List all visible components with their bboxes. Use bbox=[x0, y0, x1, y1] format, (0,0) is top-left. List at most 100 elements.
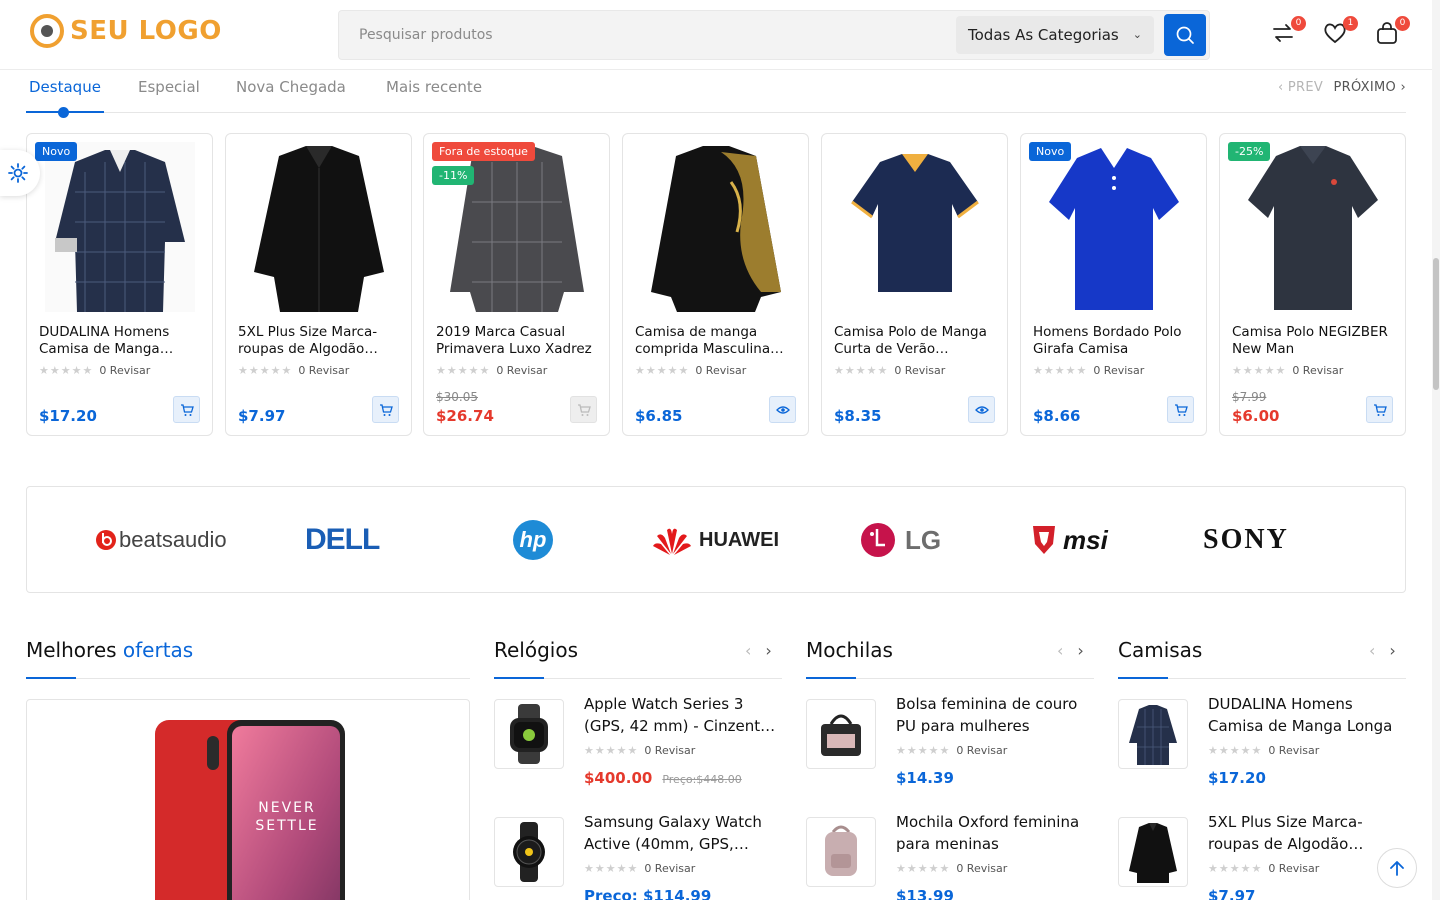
product-thumbnail[interactable] bbox=[494, 817, 564, 887]
site-logo[interactable]: SEU LOGO bbox=[30, 14, 222, 48]
search-button[interactable] bbox=[1164, 14, 1206, 56]
star-rating-icon: ★★★★★ bbox=[1033, 364, 1088, 377]
product-thumbnail[interactable] bbox=[806, 817, 876, 887]
chevron-left-icon[interactable]: ‹ bbox=[745, 641, 751, 660]
section-title-watches: Relógios bbox=[494, 638, 579, 662]
chevron-left-icon[interactable]: ‹ bbox=[1057, 641, 1063, 660]
next-button[interactable]: PRÓXIMO › bbox=[1334, 80, 1407, 95]
page-scrollbar[interactable] bbox=[1432, 0, 1440, 900]
brand-logo-msi[interactable]: msi bbox=[1031, 517, 1108, 563]
list-item[interactable]: Apple Watch Series 3 (GPS, 42 mm) - Cinz… bbox=[494, 695, 784, 799]
add-to-cart-button[interactable] bbox=[1366, 396, 1393, 423]
product-card[interactable]: Novo DUDALINA Homens Camisa de Manga Lon… bbox=[26, 133, 213, 436]
product-image[interactable] bbox=[234, 140, 403, 314]
product-price: $13.99 bbox=[896, 887, 954, 900]
brand-logo-lg[interactable]: LG bbox=[859, 517, 941, 563]
product-name[interactable]: Homens Bordado Polo Girafa Camisa bbox=[1033, 324, 1198, 358]
brand-logo-dell[interactable]: DELL bbox=[305, 517, 380, 563]
scrollbar-thumb[interactable] bbox=[1433, 258, 1439, 390]
product-image[interactable] bbox=[830, 140, 999, 314]
product-name[interactable]: Mochila Oxford feminina para meninas bbox=[896, 811, 1088, 855]
list-item[interactable]: Mochila Oxford feminina para meninas ★★★… bbox=[806, 813, 1096, 900]
new-badge: Novo bbox=[1029, 142, 1072, 161]
product-image[interactable] bbox=[1228, 140, 1397, 314]
product-name[interactable]: Camisa de manga comprida Masculina Estam… bbox=[635, 324, 800, 358]
product-price: $14.39 bbox=[896, 769, 954, 787]
product-thumbnail[interactable] bbox=[1118, 817, 1188, 887]
product-rating: ★★★★★ 0 Revisar bbox=[896, 744, 1007, 757]
product-old-price: Preço:$448.00 bbox=[662, 773, 742, 786]
add-to-cart-button[interactable] bbox=[1167, 396, 1194, 423]
product-price: $6.00 bbox=[1232, 407, 1280, 425]
review-count: 0 Revisar bbox=[1292, 364, 1344, 377]
quick-view-button[interactable] bbox=[769, 396, 796, 423]
product-name[interactable]: 2019 Marca Casual Primavera Luxo Xadrez bbox=[436, 324, 601, 358]
chevron-right-icon[interactable]: › bbox=[765, 641, 771, 660]
product-card[interactable]: Fora de estoque -11% 2019 Marca Casual P… bbox=[423, 133, 610, 436]
add-to-cart-button[interactable] bbox=[173, 396, 200, 423]
cart-button[interactable]: 0 bbox=[1374, 16, 1410, 48]
prev-label: PREV bbox=[1287, 80, 1324, 95]
tab-especial[interactable]: Especial bbox=[138, 78, 200, 96]
review-count: 0 Revisar bbox=[1093, 364, 1145, 377]
product-card[interactable]: Novo Homens Bordado Polo Girafa Camisa ★… bbox=[1020, 133, 1207, 436]
product-image[interactable] bbox=[35, 140, 204, 314]
product-name[interactable]: 5XL Plus Size Marca-roupas de Algodão Ca… bbox=[238, 324, 403, 358]
list-item[interactable]: Samsung Galaxy Watch Active (40mm, GPS, … bbox=[494, 813, 784, 900]
add-to-cart-button[interactable] bbox=[372, 396, 399, 423]
chevron-right-icon[interactable]: › bbox=[1389, 641, 1395, 660]
add-to-cart-button[interactable] bbox=[570, 396, 597, 423]
brand-logo-sony[interactable]: SONY bbox=[1203, 517, 1289, 563]
product-name[interactable]: Samsung Galaxy Watch Active (40mm, GPS, … bbox=[584, 811, 776, 855]
tab-nova-chegada[interactable]: Nova Chegada bbox=[236, 78, 346, 96]
product-card[interactable]: 5XL Plus Size Marca-roupas de Algodão Ca… bbox=[225, 133, 412, 436]
section-title-part: Melhores bbox=[26, 638, 123, 662]
category-select[interactable]: Todas As Categorias ⌄ bbox=[956, 16, 1154, 54]
list-item[interactable]: DUDALINA Homens Camisa de Manga Longa ★★… bbox=[1118, 695, 1408, 799]
product-thumbnail[interactable] bbox=[494, 699, 564, 769]
chevron-left-icon[interactable]: ‹ bbox=[1369, 641, 1375, 660]
star-rating-icon: ★★★★★ bbox=[436, 364, 491, 377]
quick-view-button[interactable] bbox=[968, 396, 995, 423]
product-image[interactable] bbox=[1029, 140, 1198, 314]
chevron-right-icon[interactable]: › bbox=[1077, 641, 1083, 660]
product-price: $8.66 bbox=[1033, 407, 1081, 425]
tab-destaque[interactable]: Destaque bbox=[29, 78, 101, 96]
product-name[interactable]: DUDALINA Homens Camisa de Manga Longa bbox=[39, 324, 204, 358]
prev-button[interactable]: ‹ PREV bbox=[1278, 80, 1323, 95]
product-card[interactable]: -25% Camisa Polo NEGIZBER New Man ★★★★★ 0… bbox=[1219, 133, 1406, 436]
review-count: 0 Revisar bbox=[695, 364, 747, 377]
star-rating-icon: ★★★★★ bbox=[584, 862, 639, 875]
product-image[interactable] bbox=[631, 140, 800, 314]
review-count: 0 Revisar bbox=[1268, 862, 1320, 875]
review-count: 0 Revisar bbox=[644, 862, 696, 875]
product-name[interactable]: Apple Watch Series 3 (GPS, 42 mm) - Cinz… bbox=[584, 693, 776, 737]
gear-icon bbox=[8, 163, 28, 183]
search-input[interactable] bbox=[339, 11, 939, 59]
product-name[interactable]: Camisa Polo de Manga Curta de Verão Masc… bbox=[834, 324, 999, 358]
brand-name: hp bbox=[513, 520, 553, 560]
wishlist-button[interactable]: 1 bbox=[1322, 16, 1358, 48]
list-item[interactable]: Bolsa feminina de couro PU para mulheres… bbox=[806, 695, 1096, 799]
product-name[interactable]: Camisa Polo NEGIZBER New Man bbox=[1232, 324, 1397, 358]
product-name[interactable]: Bolsa feminina de couro PU para mulheres bbox=[896, 693, 1088, 737]
product-card[interactable]: Camisa Polo de Manga Curta de Verão Masc… bbox=[821, 133, 1008, 436]
product-thumbnail[interactable] bbox=[1118, 699, 1188, 769]
featured-deal[interactable]: NEVER SETTLE bbox=[26, 699, 470, 900]
product-thumbnail[interactable] bbox=[806, 699, 876, 769]
section-divider-accent bbox=[26, 677, 76, 679]
scroll-to-top-button[interactable] bbox=[1377, 848, 1417, 888]
brand-logo-beats[interactable]: beatsaudio bbox=[95, 517, 227, 563]
product-name[interactable]: DUDALINA Homens Camisa de Manga Longa bbox=[1208, 693, 1400, 737]
product-name[interactable]: 5XL Plus Size Marca-roupas de Algodão Ca… bbox=[1208, 811, 1400, 855]
star-rating-icon: ★★★★★ bbox=[584, 744, 639, 757]
product-rating: ★★★★★ 0 Revisar bbox=[238, 364, 349, 377]
brand-logo-huawei[interactable]: HUAWEI bbox=[651, 517, 779, 563]
compare-button[interactable]: 0 bbox=[1270, 16, 1306, 48]
eye-icon bbox=[775, 405, 790, 414]
list-item[interactable]: 5XL Plus Size Marca-roupas de Algodão Ca… bbox=[1118, 813, 1408, 900]
product-card[interactable]: Camisa de manga comprida Masculina Estam… bbox=[622, 133, 809, 436]
brand-logo-hp[interactable]: hp bbox=[513, 517, 553, 563]
cart-icon bbox=[1174, 403, 1188, 416]
tab-mais-recente[interactable]: Mais recente bbox=[386, 78, 482, 96]
